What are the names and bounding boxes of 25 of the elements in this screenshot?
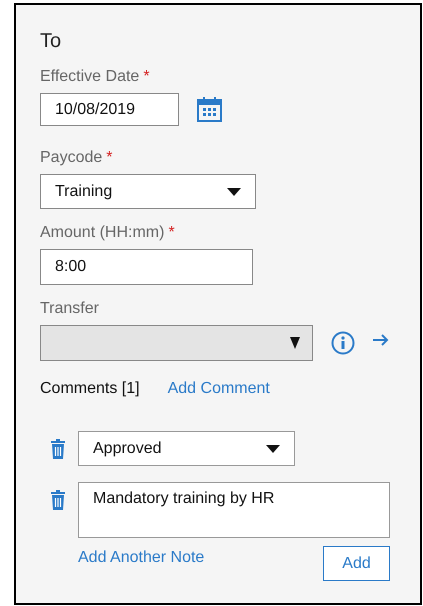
field-label: Effective Date — [40, 67, 140, 87]
required-icon: * — [168, 221, 175, 245]
trash-icon[interactable] — [50, 490, 66, 510]
arrow-right-icon[interactable] — [373, 334, 389, 346]
calendar-icon[interactable] — [197, 97, 222, 122]
trash-icon[interactable] — [50, 438, 66, 458]
field-label: Transfer — [40, 299, 99, 319]
add-comment-link[interactable]: Add Comment — [168, 377, 270, 401]
add-note-link[interactable]: Add Another Note — [78, 546, 204, 570]
section-heading: To — [40, 29, 62, 53]
caret-icon — [290, 337, 300, 349]
paycode-select[interactable]: Training — [40, 174, 256, 209]
caret-icon — [227, 188, 241, 196]
comments-title: Comments [1] — [40, 379, 140, 399]
comment-select[interactable]: Approved — [78, 431, 295, 466]
note-field[interactable]: Mandatory training by HR — [78, 482, 390, 538]
caret-icon — [266, 444, 280, 452]
amount-field[interactable]: 8:00 — [40, 249, 253, 285]
required-icon: * — [106, 146, 112, 170]
add-button[interactable]: Add — [323, 546, 390, 581]
required-icon: * — [143, 65, 150, 89]
date-field[interactable]: 10/08/2019 — [40, 93, 179, 126]
field-label: Amount (HH:mm) — [40, 223, 164, 243]
info-icon[interactable] — [331, 331, 355, 355]
field-label: Paycode — [40, 148, 102, 168]
